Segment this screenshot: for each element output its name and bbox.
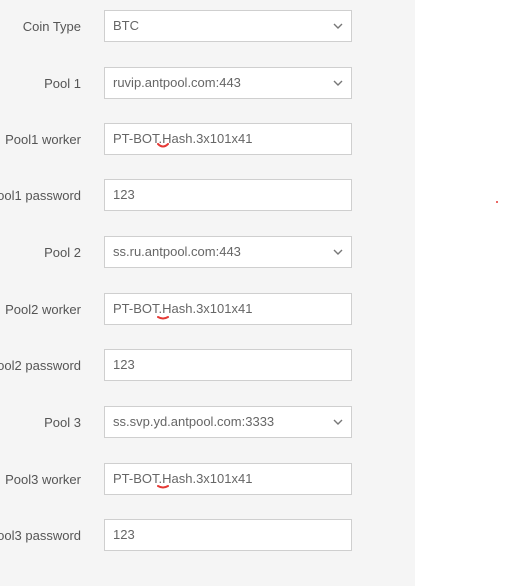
pool2-password-value: 123: [113, 357, 135, 372]
coin-type-select[interactable]: BTC: [104, 10, 352, 42]
pool1-worker-input[interactable]: PT-BOT.Hash.3x101x41: [104, 123, 352, 155]
pool2-select[interactable]: ss.ru.antpool.com:443: [104, 236, 352, 268]
pool2-worker-row: Pool2 worker PT-BOT.Hash.3x101x41: [0, 293, 415, 327]
coin-type-label: Coin Type: [22, 19, 81, 34]
pool1-password-row: Pool1 password 123: [0, 179, 415, 213]
chevron-down-icon: [333, 23, 343, 29]
pool-settings-panel: Coin Type BTC Pool 1 ruvip.antpool.com:4…: [0, 0, 415, 586]
pool1-worker-row: Pool1 worker PT-BOT.Hash.3x101x41: [0, 123, 415, 157]
annotation-underline-mark: [157, 316, 169, 320]
pool3-worker-input[interactable]: PT-BOT.Hash.3x101x41: [104, 463, 352, 495]
pool1-value: ruvip.antpool.com:443: [113, 75, 241, 90]
chevron-down-icon: [333, 249, 343, 255]
pool2-label: Pool 2: [44, 245, 81, 260]
annotation-underline-mark: [157, 485, 169, 489]
pool2-value: ss.ru.antpool.com:443: [113, 244, 241, 259]
pool3-password-input[interactable]: 123: [104, 519, 352, 551]
pool1-row: Pool 1 ruvip.antpool.com:443: [0, 67, 415, 101]
pool1-password-input[interactable]: 123: [104, 179, 352, 211]
pool2-worker-label: Pool2 worker: [5, 302, 81, 317]
pool3-value: ss.svp.yd.antpool.com:3333: [113, 414, 275, 429]
pool2-password-row: Pool2 password 123: [0, 349, 415, 383]
pool3-password-row: Pool3 password 123: [0, 519, 415, 553]
coin-type-value: BTC: [113, 18, 139, 33]
pool1-password-label: Pool1 password: [0, 188, 81, 203]
pool2-password-input[interactable]: 123: [104, 349, 352, 381]
pool2-worker-value: PT-BOT.Hash.3x101x41: [113, 301, 253, 316]
pool3-password-label: Pool3 password: [0, 528, 81, 543]
annotation-dot: [496, 201, 498, 203]
coin-type-row: Coin Type BTC: [0, 10, 415, 44]
pool3-password-value: 123: [113, 527, 135, 542]
pool3-select[interactable]: ss.svp.yd.antpool.com:3333: [104, 406, 352, 438]
pool3-row: Pool 3 ss.svp.yd.antpool.com:3333: [0, 406, 415, 440]
chevron-down-icon: [333, 419, 343, 425]
pool3-worker-label: Pool3 worker: [5, 472, 81, 487]
pool1-label: Pool 1: [44, 76, 81, 91]
pool3-worker-row: Pool3 worker PT-BOT.Hash.3x101x41: [0, 463, 415, 497]
pool1-worker-label: Pool1 worker: [5, 132, 81, 147]
pool2-row: Pool 2 ss.ru.antpool.com:443: [0, 236, 415, 270]
pool2-worker-input[interactable]: PT-BOT.Hash.3x101x41: [104, 293, 352, 325]
pool1-select[interactable]: ruvip.antpool.com:443: [104, 67, 352, 99]
chevron-down-icon: [333, 80, 343, 86]
annotation-underline-mark: [157, 143, 169, 148]
pool3-label: Pool 3: [44, 415, 81, 430]
pool3-worker-value: PT-BOT.Hash.3x101x41: [113, 471, 253, 486]
pool1-password-value: 123: [113, 187, 135, 202]
pool2-password-label: Pool2 password: [0, 358, 81, 373]
pool1-worker-value: PT-BOT.Hash.3x101x41: [113, 131, 253, 146]
